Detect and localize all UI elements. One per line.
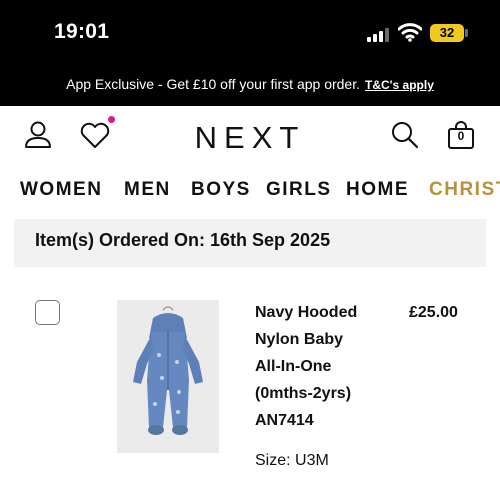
status-bar: 19:01 32 (0, 0, 500, 66)
order-date-banner: Item(s) Ordered On: 16th Sep 2025 (14, 219, 486, 267)
category-nav: WOMEN MEN BOYS GIRLS HOME CHRISTMAS (0, 172, 500, 210)
product-title-line: Navy Hooded (255, 304, 358, 321)
site-header: NEXT 0 (0, 106, 500, 164)
promo-text: App Exclusive - Get £10 off your first a… (66, 76, 360, 92)
promo-banner[interactable]: App Exclusive - Get £10 off your first a… (0, 66, 500, 106)
battery-icon: 32 (430, 24, 464, 42)
product-price: £25.00 (409, 304, 458, 321)
nav-item-boys[interactable]: BOYS (191, 179, 251, 201)
battery-nub (465, 29, 468, 37)
item-select-checkbox[interactable] (35, 300, 60, 325)
bag-count: 0 (457, 129, 465, 143)
search-icon[interactable] (390, 120, 420, 150)
nav-item-home[interactable]: HOME (346, 179, 409, 201)
product-image[interactable] (117, 300, 219, 453)
nav-item-christmas[interactable]: CHRISTMAS (429, 179, 500, 201)
product-title-line: (0mths-2yrs) (255, 385, 352, 402)
nav-item-girls[interactable]: GIRLS (266, 179, 332, 201)
status-time: 19:01 (54, 20, 110, 43)
next-logo[interactable]: NEXT (0, 120, 500, 156)
nav-item-women[interactable]: WOMEN (20, 179, 102, 201)
cellular-signal-icon (367, 28, 391, 42)
nav-item-men[interactable]: MEN (124, 179, 171, 201)
terms-link[interactable]: T&C's apply (365, 78, 434, 92)
wifi-icon (398, 23, 422, 42)
baby-all-in-one-illustration (117, 300, 219, 453)
product-code: AN7414 (255, 412, 314, 429)
order-date-text: Item(s) Ordered On: 16th Sep 2025 (35, 230, 331, 250)
product-title-line: Nylon Baby (255, 331, 344, 348)
product-title-line: All-In-One (255, 358, 332, 375)
product-size: Size: U3M (255, 452, 329, 469)
